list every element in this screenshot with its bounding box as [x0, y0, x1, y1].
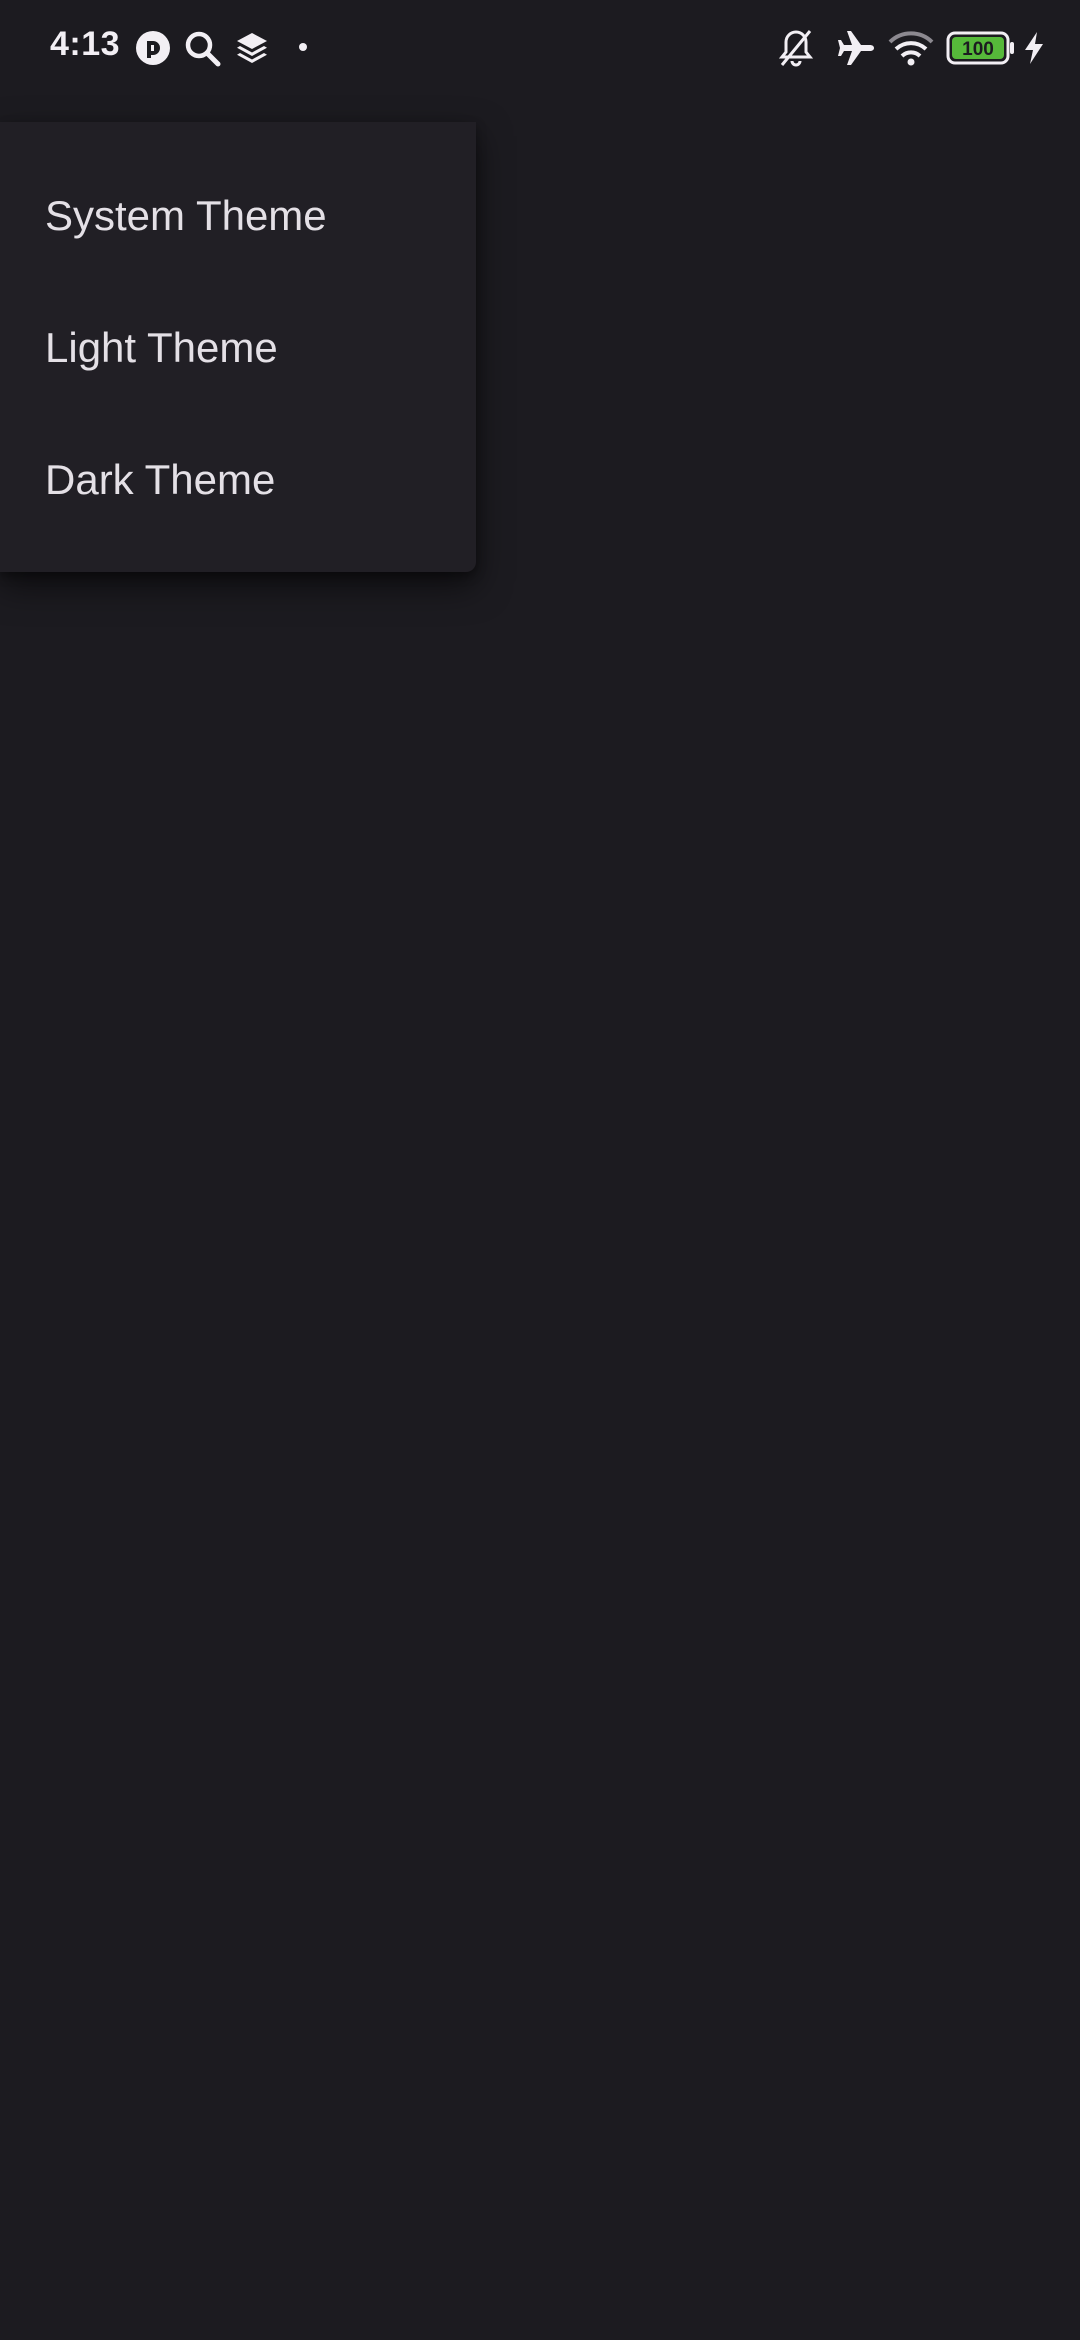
wifi-icon [888, 31, 934, 66]
menu-item-system-theme[interactable]: System Theme [0, 150, 476, 282]
battery-icon: 100 [946, 31, 1014, 65]
charging-bolt-icon [1025, 32, 1043, 64]
notification-dot-icon [299, 43, 307, 51]
status-bar: 4:13 100 [0, 0, 1080, 96]
menu-item-dark-theme[interactable]: Dark Theme [0, 414, 476, 546]
menu-item-light-theme[interactable]: Light Theme [0, 282, 476, 414]
layers-icon [237, 33, 267, 63]
search-icon [185, 31, 221, 67]
airplane-icon [838, 31, 874, 65]
bell-off-icon [778, 30, 814, 67]
status-time: 4:13 [50, 25, 121, 63]
battery-level: 100 [962, 39, 994, 60]
pocket-casts-icon [136, 31, 170, 65]
theme-menu: System Theme Light Theme Dark Theme [0, 122, 476, 572]
